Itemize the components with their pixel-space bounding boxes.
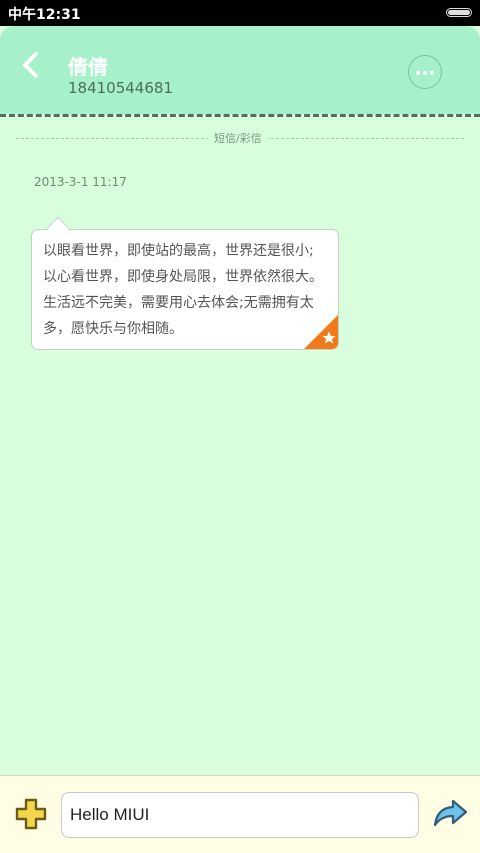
message-type-label: 短信/彩信 bbox=[208, 130, 268, 146]
header-stitch-divider bbox=[0, 114, 480, 117]
back-arrow-icon bbox=[23, 52, 38, 78]
status-bar: 中午12:31 bbox=[0, 0, 480, 26]
send-button[interactable] bbox=[431, 798, 469, 828]
message-text: 以眼看世界，即使站的最高，世界还是很小;以心看世界，即使身处局限，世界依然很大。… bbox=[43, 243, 323, 337]
message-timestamp: 2013-3-1 11:17 bbox=[34, 175, 127, 189]
add-attachment-button[interactable] bbox=[14, 797, 48, 831]
back-button[interactable] bbox=[16, 50, 46, 80]
status-time: 中午12:31 bbox=[8, 7, 81, 23]
contact-name: 倩倩 bbox=[68, 55, 108, 79]
send-arrow-icon bbox=[433, 799, 468, 827]
battery-icon bbox=[446, 8, 472, 17]
message-bubble[interactable]: 以眼看世界，即使站的最高，世界还是很小;以心看世界，即使身处局限，世界依然很大。… bbox=[31, 229, 339, 350]
contact-number: 18410544681 bbox=[68, 79, 173, 97]
star-icon bbox=[304, 315, 338, 349]
more-options-button[interactable] bbox=[408, 55, 442, 89]
plus-icon bbox=[15, 798, 47, 830]
message-input[interactable] bbox=[61, 792, 419, 838]
